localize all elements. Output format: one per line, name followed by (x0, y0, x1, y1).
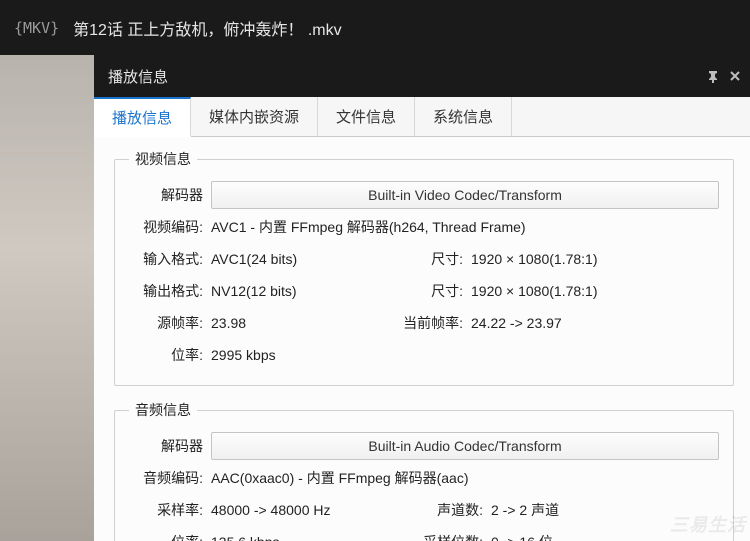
audio-channels-label: 声道数: (411, 500, 491, 520)
audio-info-group: 音频信息 解码器 Built-in Audio Codec/Transform … (114, 400, 734, 541)
video-output-size-label: 尺寸: (391, 281, 471, 301)
audio-sample-rate-value: 48000 -> 48000 Hz (211, 502, 411, 518)
video-preview-strip (0, 55, 94, 541)
video-output-format-value: NV12(12 bits) (211, 283, 391, 299)
video-bitrate-value: 2995 kbps (211, 347, 719, 363)
audio-bitrate-value: 135.6 kbps (211, 534, 411, 541)
video-codec-label: 视频编码: (129, 217, 211, 237)
close-icon[interactable] (728, 69, 742, 83)
video-codec-value: AVC1 - 内置 FFmpeg 解码器(h264, Thread Frame) (211, 217, 719, 237)
dialog-title: 播放信息 (108, 66, 168, 87)
audio-sample-bits-value: 0 -> 16 位 (491, 532, 661, 541)
video-output-size-value: 1920 × 1080(1.78:1) (471, 283, 641, 299)
video-source-fps-label: 源帧率: (129, 313, 211, 333)
audio-decoder-label: 解码器 (129, 436, 211, 456)
audio-decoder-button[interactable]: Built-in Audio Codec/Transform (211, 432, 719, 460)
audio-sample-bits-label: 采样位数: (411, 532, 491, 541)
video-current-fps-value: 24.22 -> 23.97 (471, 315, 641, 331)
dialog-content: 视频信息 解码器 Built-in Video Codec/Transform … (94, 137, 750, 541)
audio-info-legend: 音频信息 (129, 400, 197, 420)
video-info-legend: 视频信息 (129, 149, 197, 169)
app-titlebar: {MKV} 第12话 正上方敌机，俯冲轰炸！ .mkv (0, 0, 750, 55)
audio-sample-rate-label: 采样率: (129, 500, 211, 520)
audio-codec-label: 音频编码: (129, 468, 211, 488)
video-current-fps-label: 当前帧率: (391, 313, 471, 333)
pin-icon[interactable] (706, 69, 720, 83)
tab-file-info[interactable]: 文件信息 (318, 97, 415, 136)
video-source-fps-value: 23.98 (211, 315, 391, 331)
video-output-format-label: 输出格式: (129, 281, 211, 301)
audio-bitrate-label: 位率: (129, 532, 211, 541)
tab-embedded-resources[interactable]: 媒体内嵌资源 (191, 97, 318, 136)
video-decoder-label: 解码器 (129, 185, 211, 205)
file-name: 第12话 正上方敌机，俯冲轰炸！ .mkv (73, 16, 341, 40)
audio-channels-value: 2 -> 2 声道 (491, 500, 661, 520)
video-info-group: 视频信息 解码器 Built-in Video Codec/Transform … (114, 149, 734, 386)
audio-codec-value: AAC(0xaac0) - 内置 FFmpeg 解码器(aac) (211, 468, 719, 488)
dialog-titlebar: 播放信息 (94, 55, 750, 97)
video-input-format-label: 输入格式: (129, 249, 211, 269)
tab-bar: 播放信息 媒体内嵌资源 文件信息 系统信息 (94, 97, 750, 137)
video-input-size-label: 尺寸: (391, 249, 471, 269)
video-decoder-button[interactable]: Built-in Video Codec/Transform (211, 181, 719, 209)
tab-playback-info[interactable]: 播放信息 (94, 97, 191, 137)
video-input-size-value: 1920 × 1080(1.78:1) (471, 251, 641, 267)
video-bitrate-label: 位率: (129, 345, 211, 365)
tab-system-info[interactable]: 系统信息 (415, 97, 512, 136)
file-format-tag: {MKV} (14, 19, 59, 37)
video-input-format-value: AVC1(24 bits) (211, 251, 391, 267)
playback-info-dialog: 播放信息 播放信息 媒体内嵌资源 文件信息 系统信息 视频信息 解码器 (94, 55, 750, 541)
